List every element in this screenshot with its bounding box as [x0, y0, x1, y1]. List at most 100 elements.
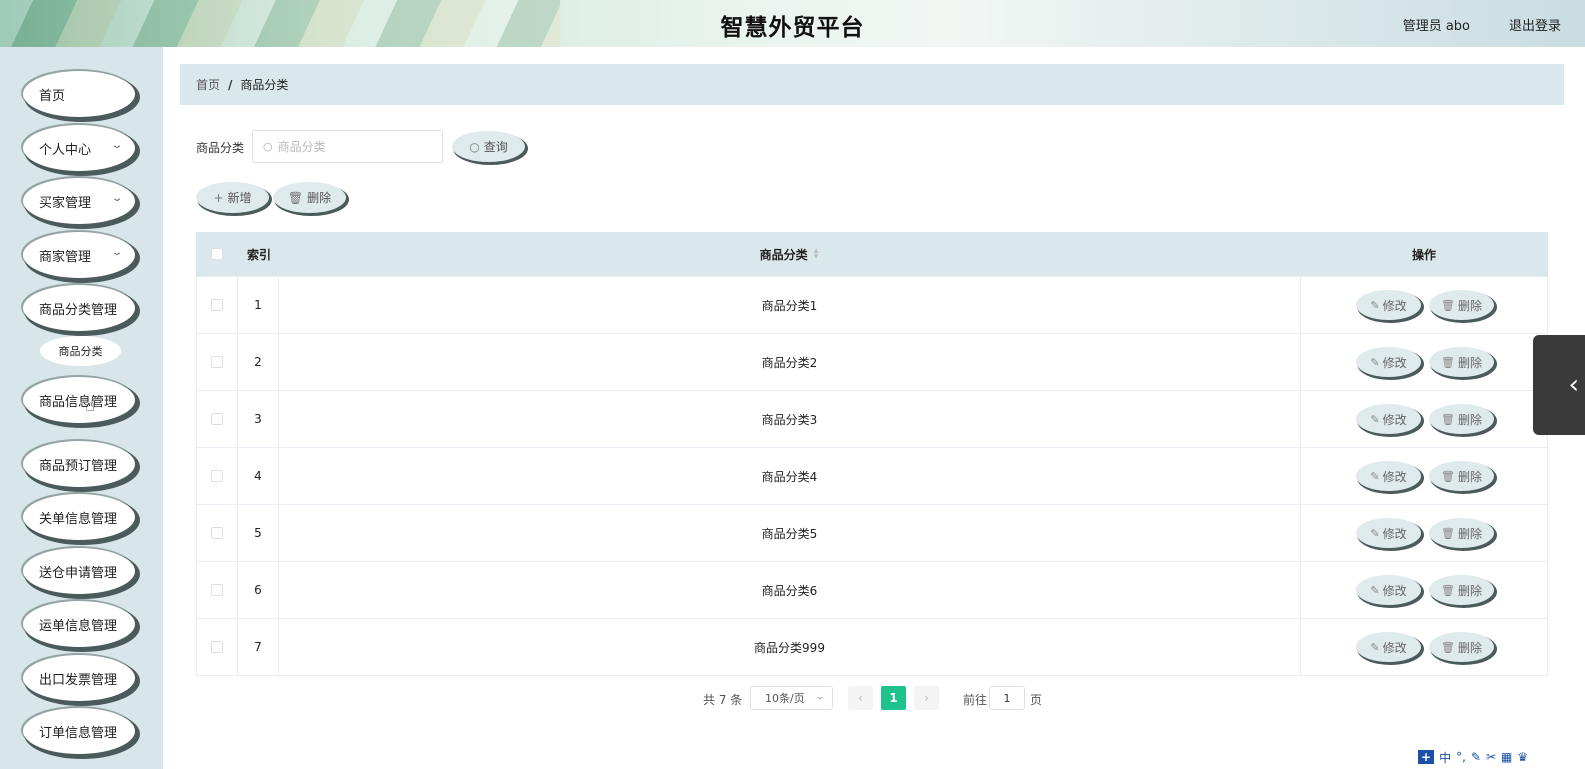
delete-button[interactable]: 🗑 删除 [1429, 632, 1494, 662]
edit-button[interactable]: ✎ 修改 [1356, 290, 1421, 320]
sidebar-item-label: 送仓申请管理 [39, 565, 118, 581]
select-all-checkbox[interactable] [210, 248, 223, 260]
header-name[interactable]: 商品分类 ▲ ▼ [278, 232, 1300, 276]
sidebar: 首页 个人中心 ⌄ 买家管理 ⌄ 商家管理 ⌄ 商品分类管理 商品分类 商品信息管理 … [0, 47, 163, 769]
delete-button-label: 删除 [1457, 412, 1482, 427]
edit-button-label: 修改 [1382, 469, 1407, 484]
pencil-icon: ✎ [1370, 526, 1380, 540]
sidebar-item-product-info[interactable]: 商品信息管理 [23, 377, 135, 423]
row-checkbox[interactable] [211, 470, 223, 482]
sidebar-item-profile[interactable]: 个人中心 ⌄ [23, 125, 135, 171]
header-name-label: 商品分类 [759, 247, 808, 262]
pencil-icon: ✎ [1370, 298, 1380, 312]
row-checkbox[interactable] [211, 299, 223, 311]
sidebar-item-label: 商家管理 [39, 249, 92, 265]
search-label: 商品分类 [196, 141, 245, 155]
delete-button[interactable]: 🗑 删除 [1429, 518, 1494, 548]
sidebar-item-customs[interactable]: 关单信息管理 [23, 494, 135, 540]
sidebar-item-preorder[interactable]: 商品预订管理 [23, 441, 135, 487]
edit-button[interactable]: ✎ 修改 [1356, 632, 1421, 662]
sidebar-item-home[interactable]: 首页 [23, 71, 135, 117]
sidebar-item-buyers[interactable]: 买家管理 ⌄ [23, 178, 135, 224]
header-index: 索引 [247, 247, 272, 262]
prev-page-button[interactable]: ‹ [848, 686, 873, 710]
goto-page-input[interactable]: 1 [989, 686, 1025, 710]
current-page-button[interactable]: 1 [881, 686, 906, 710]
delete-button[interactable]: 🗑 删除 [1429, 575, 1494, 605]
next-page-button[interactable]: › [914, 686, 939, 710]
sidebar-item-waybill[interactable]: 运单信息管理 [23, 601, 135, 647]
edit-button-label: 修改 [1382, 640, 1407, 655]
trash-icon: 🗑 [1441, 412, 1455, 426]
pencil-icon: ✎ [1370, 412, 1380, 426]
edit-button[interactable]: ✎ 修改 [1356, 461, 1421, 491]
chevron-down-icon: ⌄ [110, 247, 124, 258]
delete-button[interactable]: 🗑 删除 [1429, 404, 1494, 434]
pagination: 共 7 条 10条/页 ⌄ ‹ 1 › 前往 1 页 [0, 686, 1585, 710]
top-header: 智慧外贸平台 管理员 abo 退出登录 [0, 0, 1585, 47]
bulk-delete-button[interactable]: 🗑 删除 [273, 182, 346, 213]
edit-button-label: 修改 [1382, 526, 1407, 541]
row-category-name: 商品分类5 [279, 505, 1301, 561]
table-header: 索引 商品分类 ▲ ▼ 操作 [196, 232, 1548, 277]
sort-icon[interactable]: ▲ ▼ [814, 248, 819, 260]
page-size-select[interactable]: 10条/页 ⌄ [750, 686, 833, 710]
trash-icon: 🗑 [287, 190, 304, 205]
edit-button[interactable]: ✎ 修改 [1356, 347, 1421, 377]
sidebar-item-label: 订单信息管理 [39, 725, 118, 741]
breadcrumb: 首页 / 商品分类 [180, 64, 1564, 105]
table-row: 6 商品分类6 ✎ 修改 🗑 删除 [196, 562, 1548, 619]
sidebar-subitem-category[interactable]: 商品分类 [40, 336, 121, 366]
add-button[interactable]: + 新增 [196, 182, 269, 213]
row-category-name: 商品分类4 [279, 448, 1301, 504]
row-checkbox[interactable] [211, 584, 223, 596]
table-row: 2 商品分类2 ✎ 修改 🗑 删除 [196, 334, 1548, 391]
sidebar-item-orders[interactable]: 订单信息管理 [23, 708, 135, 754]
delete-button[interactable]: 🗑 删除 [1429, 347, 1494, 377]
plus-icon: + [213, 190, 224, 205]
edit-button-label: 修改 [1382, 412, 1407, 427]
edit-button[interactable]: ✎ 修改 [1356, 518, 1421, 548]
row-checkbox[interactable] [211, 356, 223, 368]
row-category-name: 商品分类2 [279, 334, 1301, 390]
edit-button[interactable]: ✎ 修改 [1356, 575, 1421, 605]
sidebar-item-warehouse[interactable]: 送仓申请管理 [23, 548, 135, 594]
row-index: 1 [238, 277, 279, 333]
logout-link[interactable]: 退出登录 [1509, 15, 1561, 34]
row-index: 6 [238, 562, 279, 618]
sidebar-item-label: 首页 [39, 88, 66, 104]
query-button[interactable]: ○ 查询 [452, 131, 525, 162]
sidebar-item-merchants[interactable]: 商家管理 ⌄ [23, 232, 135, 278]
ime-skin-icon: ♛ [1517, 750, 1529, 764]
trash-icon: 🗑 [1441, 355, 1455, 369]
search-input[interactable]: ○ 商品分类 [252, 130, 443, 163]
trash-icon: 🗑 [1441, 583, 1455, 597]
edit-button-label: 修改 [1382, 583, 1407, 598]
row-category-name: 商品分类6 [279, 562, 1301, 618]
chevron-left-icon: ‹ [1568, 370, 1579, 400]
query-button-label: 查询 [483, 140, 508, 154]
ime-toolbar[interactable]: + 中 °, ✎ ✂ ▦ ♛ [1418, 745, 1528, 769]
bulk-delete-button-label: 删除 [307, 191, 332, 205]
delete-button-label: 删除 [1457, 355, 1482, 370]
row-index: 5 [238, 505, 279, 561]
row-checkbox[interactable] [211, 527, 223, 539]
row-checkbox[interactable] [211, 413, 223, 425]
delete-button[interactable]: 🗑 删除 [1429, 461, 1494, 491]
header-ops: 操作 [1411, 247, 1436, 262]
edit-button-label: 修改 [1382, 355, 1407, 370]
drawer-toggle-button[interactable]: ‹ [1533, 335, 1585, 435]
ime-tools-icon: ✂ [1485, 750, 1497, 764]
breadcrumb-home[interactable]: 首页 [196, 76, 220, 93]
row-index: 7 [238, 619, 279, 675]
row-index: 4 [238, 448, 279, 504]
breadcrumb-current: 商品分类 [240, 78, 289, 92]
breadcrumb-separator: / [228, 77, 233, 92]
ime-pen-icon: ✎ [1470, 750, 1481, 764]
add-button-label: 新增 [227, 191, 252, 205]
row-checkbox[interactable] [211, 641, 223, 653]
edit-button[interactable]: ✎ 修改 [1356, 404, 1421, 434]
delete-button[interactable]: 🗑 删除 [1429, 290, 1494, 320]
sidebar-item-category-mgmt[interactable]: 商品分类管理 [23, 285, 135, 331]
sidebar-item-label: 商品分类管理 [39, 302, 118, 318]
